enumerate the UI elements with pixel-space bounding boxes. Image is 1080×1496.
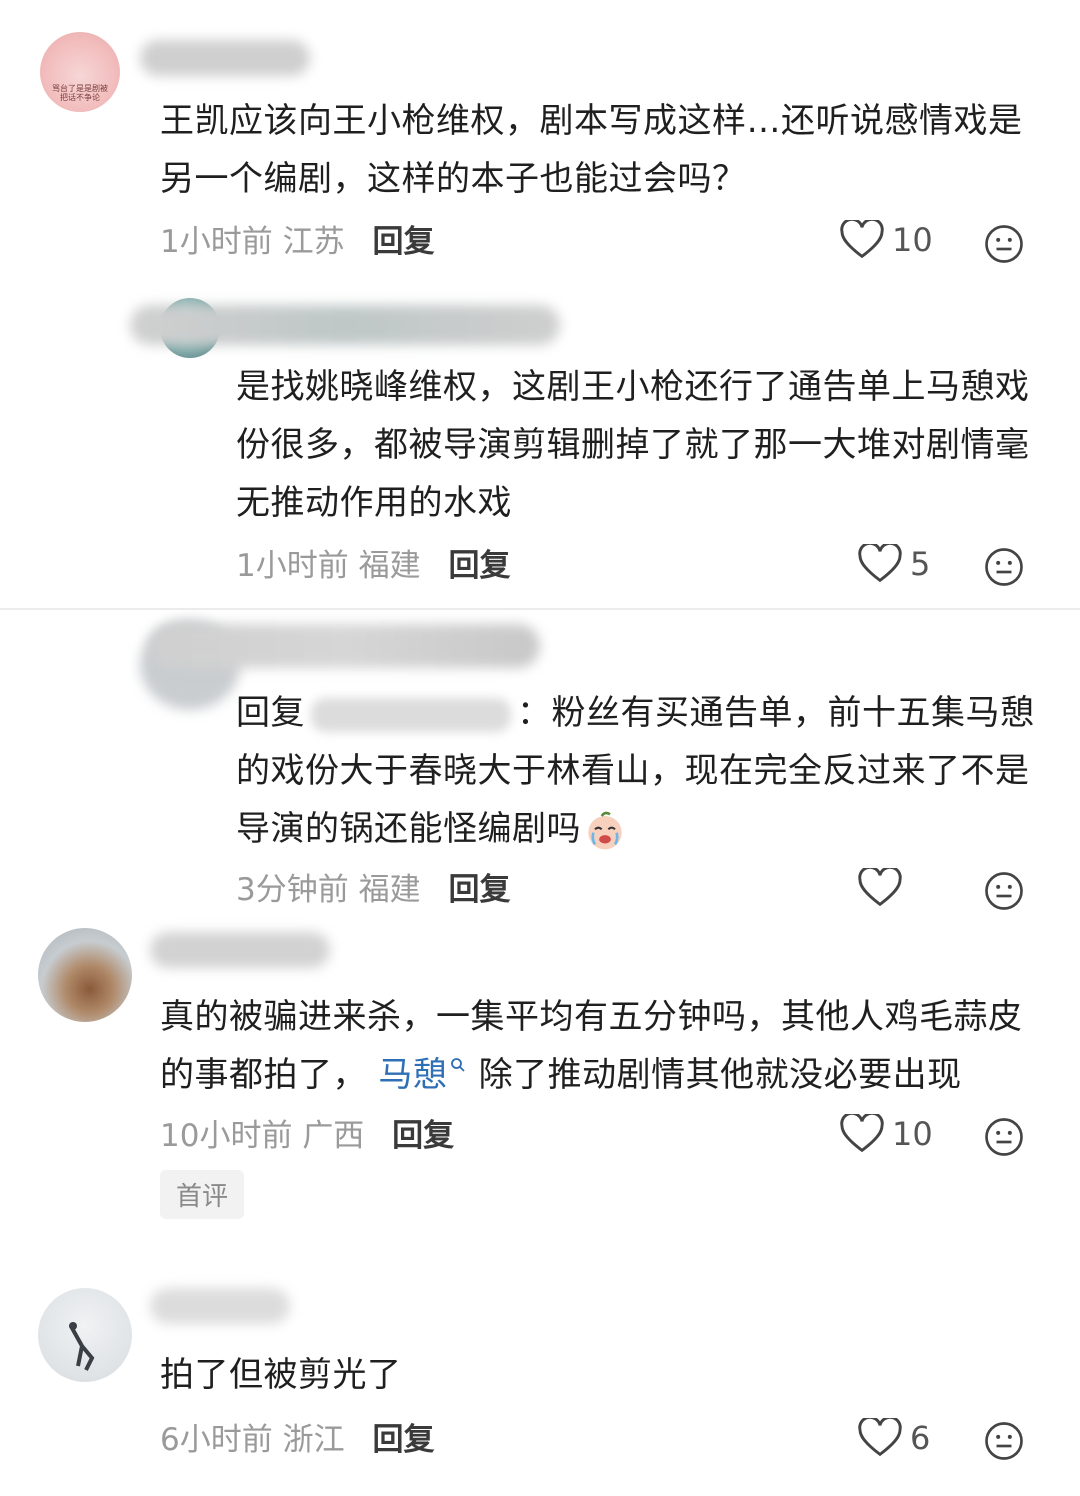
comment-time: 1小时前	[160, 224, 273, 260]
avatar-figure	[69, 1322, 95, 1371]
reply-button[interactable]: 回复	[448, 872, 510, 908]
reply-button[interactable]: 回复	[392, 1118, 454, 1154]
username-redacted[interactable]	[150, 1288, 290, 1324]
like-button[interactable]: 5	[858, 544, 930, 584]
neutral-face-icon[interactable]	[984, 224, 1024, 264]
comment-location: 福建	[358, 872, 421, 908]
neutral-face-icon[interactable]	[984, 1117, 1024, 1157]
heart-outline-icon	[858, 544, 902, 583]
like-count: 10	[892, 221, 933, 259]
like-button[interactable]: 6	[858, 1418, 930, 1458]
neutral-face-icon[interactable]	[984, 547, 1024, 587]
comment-location: 广西	[302, 1118, 365, 1154]
avatar[interactable]	[38, 1288, 132, 1382]
username-redacted[interactable]	[150, 932, 330, 968]
avatar[interactable]	[38, 928, 132, 1022]
comment-location: 浙江	[282, 1422, 345, 1458]
comment-text: 王凯应该向王小枪维权，剧本写成这样…还听说感情戏是另一个编剧，这样的本子也能过会…	[160, 101, 1023, 199]
comment-text: 是找姚晓峰维权，这剧王小枪还行了通告单上马憩戏份很多，都被导演剪辑删掉了就了那一…	[236, 367, 1030, 523]
reply-button[interactable]: 回复	[448, 548, 510, 584]
avatar-caption: 骂台了是是剧被 把话不争论	[52, 84, 108, 102]
reply-target-redacted[interactable]	[311, 697, 511, 732]
comment-meta: 10小时前 广西 回复	[160, 1116, 454, 1156]
comment-time: 1小时前	[236, 548, 349, 584]
comment-text: 真的被骗进来杀，一集平均有五分钟吗，其他人鸡毛蒜皮的事都拍了， 马憩 除了推动剧…	[160, 988, 1040, 1104]
neutral-face-icon[interactable]	[984, 871, 1024, 911]
reply-button[interactable]: 回复	[372, 224, 434, 260]
like-button[interactable]	[858, 868, 910, 908]
reply-button[interactable]: 回复	[372, 1422, 434, 1458]
comment-time: 6小时前	[160, 1422, 273, 1458]
mention-text: 马憩	[378, 1055, 448, 1095]
like-button[interactable]: 10	[840, 1114, 933, 1154]
comment-meta: 1小时前 福建 回复	[236, 546, 510, 586]
comment-location: 江苏	[282, 224, 345, 260]
avatar[interactable]: 骂台了是是剧被 把话不争论	[40, 32, 120, 112]
neutral-face-icon[interactable]	[984, 1421, 1024, 1461]
heart-outline-icon	[858, 868, 902, 907]
like-count: 5	[910, 545, 931, 583]
search-icon	[451, 1057, 465, 1072]
comment-text: 回复 ：粉丝有买通告单，前十五集马憩的戏份大于春晓大于林看山，现在完全反过来了不是…	[236, 684, 1036, 858]
divider	[0, 608, 1080, 610]
comment-meta: 6小时前 浙江 回复	[160, 1420, 434, 1460]
heart-outline-icon	[858, 1418, 902, 1457]
comment-meta: 3分钟前 福建 回复	[236, 870, 510, 910]
comment-location: 福建	[358, 548, 421, 584]
username-redacted[interactable]	[140, 40, 310, 76]
comment-meta: 1小时前 江苏 回复	[160, 222, 434, 262]
username-redacted[interactable]	[130, 305, 560, 345]
crying-face-emoji	[585, 811, 625, 851]
username-redacted[interactable]	[150, 624, 540, 668]
like-button[interactable]: 10	[840, 220, 933, 260]
comment-time: 10小时前	[160, 1118, 293, 1154]
heart-outline-icon	[840, 220, 884, 259]
like-count: 6	[910, 1419, 931, 1457]
comment-body-tail: 除了推动剧情其他就没必要出现	[478, 1055, 962, 1095]
comment-time: 3分钟前	[236, 872, 349, 908]
comment-text: 拍了但被剪光了	[160, 1355, 402, 1395]
reply-prefix: 回复	[236, 693, 305, 733]
topic-mention-link[interactable]: 马憩	[378, 1055, 467, 1095]
first-comment-badge: 首评	[160, 1170, 245, 1219]
heart-outline-icon	[840, 1114, 884, 1153]
like-count: 10	[892, 1115, 933, 1153]
